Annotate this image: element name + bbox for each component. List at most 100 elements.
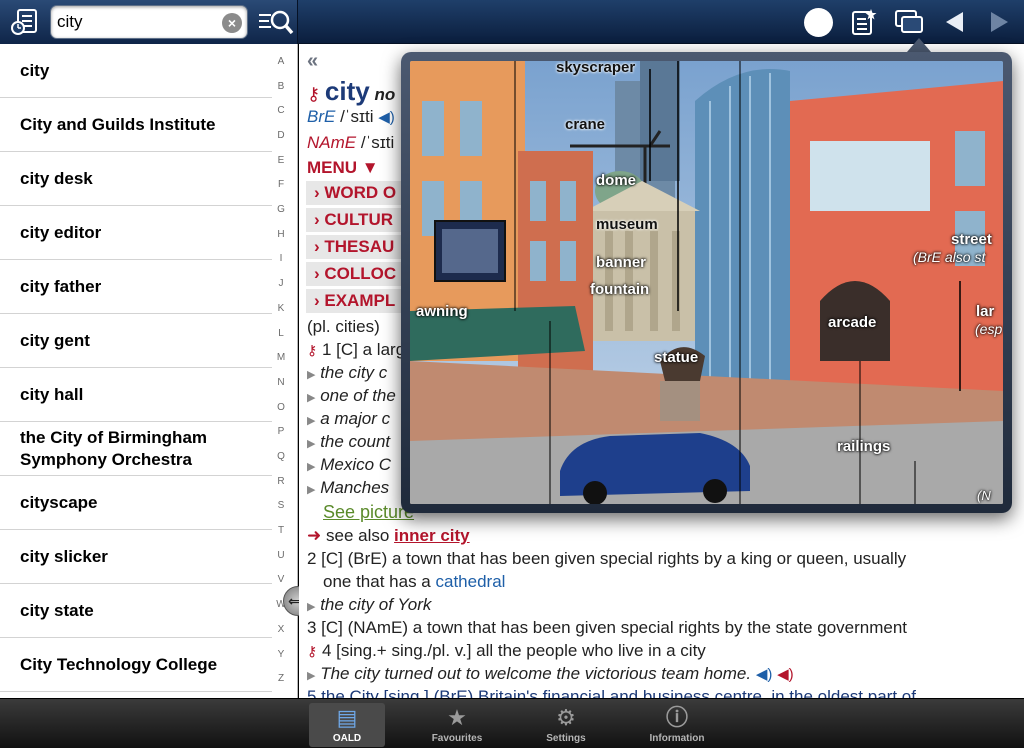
top-bar: × bbox=[0, 0, 1024, 44]
gear-icon: ⚙ bbox=[556, 705, 576, 730]
label-arcade: arcade bbox=[828, 314, 877, 331]
search-box[interactable]: × bbox=[50, 5, 248, 39]
add-favourite-icon[interactable] bbox=[847, 6, 879, 38]
list-item[interactable]: city bbox=[0, 44, 272, 98]
inner-city-link[interactable]: inner city bbox=[394, 526, 470, 545]
list-item[interactable]: cityscape bbox=[0, 476, 272, 530]
forward-arrow-icon[interactable] bbox=[984, 6, 1016, 38]
see-also-line: ➜ see also inner city bbox=[307, 526, 470, 545]
sense-3: 3 [C] (NAmE) a town that has been given … bbox=[307, 618, 908, 637]
index-letter[interactable]: Y bbox=[272, 649, 290, 660]
index-letter[interactable]: S bbox=[272, 500, 290, 511]
label-street-note: (BrE also st bbox=[913, 249, 986, 265]
history-icon[interactable] bbox=[8, 6, 40, 38]
list-item[interactable]: city slicker bbox=[0, 530, 272, 584]
picture-view-icon[interactable] bbox=[893, 6, 925, 38]
example-line: ▶ Manches bbox=[307, 478, 390, 497]
index-letter[interactable]: E bbox=[272, 155, 290, 166]
expand-arrow-icon: ▶ bbox=[307, 415, 316, 427]
index-letter[interactable]: T bbox=[272, 525, 290, 536]
speaker-icon[interactable]: ◀) bbox=[378, 109, 395, 126]
index-letter[interactable]: I bbox=[272, 253, 290, 264]
tab-bar: ▤ OALD ★ Favourites ⚙ Settings ⓘ Informa… bbox=[0, 698, 1024, 748]
example-line: ▶ The city turned out to welcome the vic… bbox=[307, 664, 794, 683]
book-icon: ▤ bbox=[336, 705, 358, 730]
menu-item-word-origin[interactable]: › WORD O bbox=[306, 181, 401, 205]
label-n: (N bbox=[977, 488, 991, 503]
cathedral-link[interactable]: cathedral bbox=[436, 572, 506, 591]
index-letter[interactable]: C bbox=[272, 105, 290, 116]
index-letter[interactable]: Q bbox=[272, 451, 290, 462]
back-arrow-icon[interactable] bbox=[938, 6, 970, 38]
list-item[interactable]: the City of Birmingham Symphony Orchestr… bbox=[0, 422, 272, 476]
index-letter[interactable]: R bbox=[272, 476, 290, 487]
city-scene-image bbox=[410, 61, 1003, 504]
index-letter[interactable]: G bbox=[272, 204, 290, 215]
menu-toggle[interactable]: MENU ▼ bbox=[307, 158, 379, 178]
key-icon: ⚷ bbox=[307, 643, 318, 659]
speaker-icon[interactable]: ◀) bbox=[756, 666, 773, 683]
search-bar: × bbox=[0, 0, 298, 44]
index-letter[interactable]: D bbox=[272, 130, 290, 141]
headword-pos: no bbox=[374, 85, 396, 104]
full-text-search-icon[interactable] bbox=[256, 6, 296, 38]
example-line: ▶ the city of York bbox=[307, 595, 432, 614]
list-item[interactable]: city state bbox=[0, 584, 272, 638]
tab-oald[interactable]: ▤ OALD bbox=[309, 703, 385, 747]
search-input[interactable] bbox=[57, 6, 217, 38]
index-letter[interactable]: M bbox=[272, 352, 290, 363]
index-letter[interactable]: O bbox=[272, 402, 290, 413]
word-list: city City and Guilds Institute city desk… bbox=[0, 44, 298, 698]
index-letter[interactable]: V bbox=[272, 574, 290, 585]
index-letter[interactable]: K bbox=[272, 303, 290, 314]
tab-favourites[interactable]: ★ Favourites bbox=[419, 703, 495, 747]
sense-5: 5 the City [sing.] (BrE) Britain's finan… bbox=[307, 687, 916, 698]
expand-arrow-icon: ▶ bbox=[307, 601, 316, 613]
expand-arrow-icon: ▶ bbox=[307, 392, 316, 404]
history-back-button[interactable]: « bbox=[307, 50, 318, 73]
sense-1: ⚷ 1 [C] a larg bbox=[307, 340, 406, 359]
index-letter[interactable]: X bbox=[272, 624, 290, 635]
list-item[interactable]: city desk bbox=[0, 152, 272, 206]
bre-pronunciation: BrE /ˈsɪti ◀) bbox=[307, 107, 395, 126]
clear-search-button[interactable]: × bbox=[222, 13, 242, 33]
label-esp: (esp bbox=[975, 321, 1003, 337]
index-letter[interactable]: P bbox=[272, 426, 290, 437]
speaker-icon[interactable]: ◀) bbox=[777, 666, 794, 683]
list-item[interactable]: city editor bbox=[0, 206, 272, 260]
list-item[interactable]: city father bbox=[0, 260, 272, 314]
menu-item-examples[interactable]: › EXAMPL bbox=[306, 289, 401, 313]
key-icon: ⚷ bbox=[307, 84, 321, 104]
menu-item-culture[interactable]: › CULTUR bbox=[306, 208, 401, 232]
star-icon: ★ bbox=[447, 705, 467, 730]
label-awning: awning bbox=[416, 303, 468, 320]
list-item[interactable]: city hall bbox=[0, 368, 272, 422]
menu-item-thesaurus[interactable]: › THESAU bbox=[306, 235, 401, 259]
sense-2: 2 [C] (BrE) a town that has been given s… bbox=[307, 549, 907, 568]
index-letter[interactable]: B bbox=[272, 81, 290, 92]
example-line: ▶ Mexico C bbox=[307, 455, 392, 474]
list-item[interactable]: city gent bbox=[0, 314, 272, 368]
label-street: street bbox=[951, 231, 992, 248]
index-letter[interactable]: J bbox=[272, 278, 290, 289]
index-letter[interactable]: N bbox=[272, 377, 290, 388]
list-item[interactable]: City Technology College bbox=[0, 638, 272, 692]
index-letter[interactable]: U bbox=[272, 550, 290, 561]
menu-item-collocations[interactable]: › COLLOC bbox=[306, 262, 401, 286]
index-letter[interactable]: Z bbox=[272, 673, 290, 684]
audio-toggle-button[interactable] bbox=[804, 8, 833, 37]
label-railings: railings bbox=[837, 438, 891, 455]
index-letter[interactable]: L bbox=[272, 328, 290, 339]
tab-information[interactable]: ⓘ Information bbox=[639, 703, 715, 747]
index-letter[interactable]: A bbox=[272, 56, 290, 67]
expand-arrow-icon: ▶ bbox=[307, 438, 316, 450]
index-letter[interactable]: H bbox=[272, 229, 290, 240]
city-illustration[interactable]: skyscraper crane dome museum banner foun… bbox=[410, 61, 1003, 504]
list-item[interactable]: City and Guilds Institute bbox=[0, 98, 272, 152]
label-skyscraper: skyscraper bbox=[556, 61, 636, 76]
label-lar: lar bbox=[976, 303, 995, 320]
label-museum: museum bbox=[596, 216, 658, 233]
name-pronunciation: NAmE /ˈsɪti bbox=[307, 133, 395, 152]
tab-settings[interactable]: ⚙ Settings bbox=[528, 703, 604, 747]
index-letter[interactable]: F bbox=[272, 179, 290, 190]
